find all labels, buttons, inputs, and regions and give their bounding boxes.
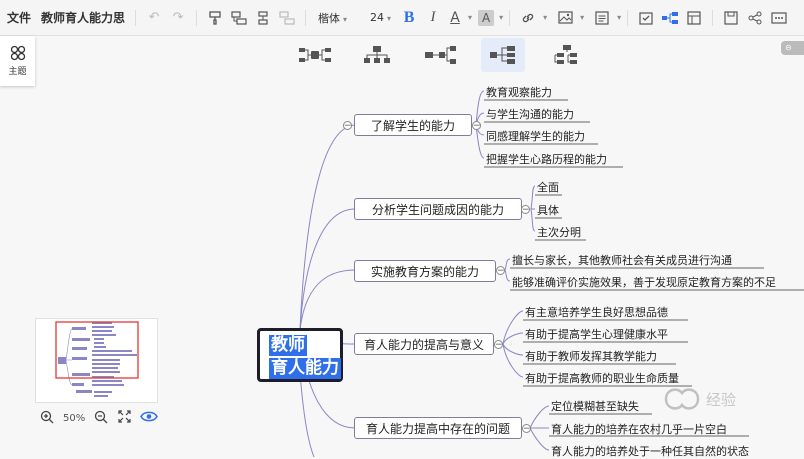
eye-icon[interactable]: [140, 410, 159, 426]
watermark-text: 经验: [706, 391, 737, 409]
chevron-down-icon[interactable]: ▾: [617, 13, 621, 22]
toolbar-divider: [509, 9, 511, 26]
collapse-toggle-icon[interactable]: −: [472, 121, 481, 131]
layout-logic-chart-button[interactable]: [419, 38, 463, 72]
layout-mindmap-button[interactable]: [293, 38, 337, 72]
toolbar-divider: [627, 9, 629, 26]
insert-subtopic-icon[interactable]: [229, 8, 249, 28]
layout-right-tree-icon: [490, 46, 515, 64]
highlight-color-icon[interactable]: A: [478, 9, 495, 26]
leaf-node[interactable]: 同感理解学生的能力: [486, 128, 585, 144]
leaf-node[interactable]: 有助于教师发挥其教学能力: [525, 348, 657, 364]
collapse-toggle-icon[interactable]: −: [496, 266, 505, 276]
italic-icon[interactable]: I: [423, 8, 443, 28]
font-size-value: 24: [370, 11, 385, 24]
root-label-line2: 育人能力: [269, 358, 341, 379]
leaf-node[interactable]: 与学生沟通的能力: [486, 106, 574, 122]
leaf-node[interactable]: 具体: [537, 202, 559, 218]
collapse-toggle-icon[interactable]: −: [343, 121, 352, 131]
theme-icon: [10, 45, 25, 61]
layout-tree-chart-icon: [554, 45, 577, 64]
more-icon[interactable]: [769, 8, 789, 28]
zoom-in-icon[interactable]: [40, 410, 54, 427]
document-title[interactable]: 教师育人能力思: [41, 9, 125, 26]
chevron-down-icon: ▾: [387, 14, 392, 23]
root-label-line1: 教师: [269, 335, 307, 356]
branch-node[interactable]: 育人能力提高中存在的问题: [354, 417, 522, 439]
chevron-down-icon[interactable]: ▾: [499, 13, 503, 22]
task-icon[interactable]: [636, 8, 656, 28]
zoom-level: 50%: [63, 412, 86, 424]
leaf-node[interactable]: 全面: [537, 179, 559, 195]
leaf-node[interactable]: 擅长与家长，其他教师社会有关成员进行沟通: [512, 252, 732, 268]
structure-icon[interactable]: [660, 8, 680, 28]
chevron-down-icon[interactable]: ▾: [468, 13, 472, 22]
watermark: 经验: [662, 383, 782, 419]
branch-node[interactable]: 实施教育方案的能力: [354, 260, 496, 282]
fit-screen-icon[interactable]: [118, 410, 131, 426]
toolbar-divider: [712, 9, 714, 26]
bold-icon[interactable]: B: [399, 8, 419, 28]
top-toolbar: 文件 教师育人能力思 ↶ ↷ 楷体 ▾ 24 ▾ B I A ▾ A ▾ ▾ ▾ ▾: [0, 0, 804, 36]
branch-node[interactable]: 育人能力的提高与意义: [354, 333, 494, 355]
leaf-node[interactable]: 主次分明: [537, 224, 581, 240]
collapse-toggle-icon[interactable]: −: [521, 205, 530, 215]
insert-sibling-topic-icon[interactable]: [253, 8, 273, 28]
chevron-down-icon[interactable]: ▾: [543, 13, 547, 22]
insert-parent-topic-icon[interactable]: [277, 8, 297, 28]
text-color-icon[interactable]: A: [447, 8, 463, 28]
toolbar-divider: [135, 9, 137, 26]
layout-mindmap-icon: [299, 48, 331, 62]
undo-icon[interactable]: ↶: [144, 8, 164, 28]
branch-node[interactable]: 分析学生问题成因的能力: [354, 198, 522, 220]
link-icon[interactable]: [518, 8, 538, 28]
minimap-preview: [55, 321, 139, 397]
toolbar-divider: [305, 9, 307, 26]
format-painter-icon[interactable]: [205, 8, 225, 28]
collapse-toggle-icon[interactable]: −: [522, 424, 531, 434]
leaf-node[interactable]: 能够准确评价实施效果，善于发现原定教育方案的不足: [512, 274, 804, 290]
leaf-node[interactable]: 把握学生心路历程的能力: [486, 151, 607, 167]
font-size-select[interactable]: 24 ▾: [370, 11, 391, 24]
toolbar-divider: [196, 9, 198, 26]
file-menu[interactable]: 文件: [7, 9, 31, 26]
layout-right-tree-button[interactable]: [481, 38, 525, 72]
leaf-node[interactable]: 定位模糊甚至缺失: [551, 398, 639, 414]
redo-icon[interactable]: ↷: [168, 8, 188, 28]
image-icon[interactable]: [555, 8, 575, 28]
chevron-down-icon[interactable]: ▾: [580, 13, 584, 22]
leaf-node[interactable]: 育人能力的培养在农村几乎一片空白: [551, 421, 727, 437]
minimap[interactable]: [35, 318, 158, 403]
zoom-out-icon[interactable]: [94, 410, 108, 427]
layout-org-chart-button[interactable]: [355, 38, 399, 72]
branch-node[interactable]: 了解学生的能力: [354, 114, 472, 136]
leaf-node[interactable]: 有助于提高学生心理健康水平: [525, 326, 668, 342]
leaf-node[interactable]: 有助于提高教师的职业生命质量: [525, 370, 679, 386]
collapse-toggle-icon[interactable]: −: [494, 340, 503, 350]
share-icon[interactable]: [745, 8, 765, 28]
font-family-value: 楷体: [318, 11, 341, 25]
layout-tree-chart-button[interactable]: [545, 38, 589, 72]
outline-view-icon[interactable]: [684, 8, 704, 28]
font-family-select[interactable]: 楷体 ▾: [318, 10, 362, 26]
layout-logic-chart-icon: [425, 46, 456, 64]
zoom-controls: 50%: [38, 408, 163, 428]
collapse-panel-badge[interactable]: ⊝: [781, 41, 804, 55]
layout-org-chart-icon: [364, 46, 390, 63]
leaf-node[interactable]: 有主意培养学生良好思想品德: [525, 304, 668, 320]
layout-switcher-bar: [0, 36, 804, 72]
note-icon[interactable]: [592, 8, 612, 28]
root-node[interactable]: 教师 育人能力: [257, 328, 343, 382]
chevron-down-icon: ▾: [343, 14, 348, 24]
leaf-node[interactable]: 教育观察能力: [486, 84, 552, 100]
save-icon[interactable]: [721, 8, 741, 28]
watermark-logo-icon: [664, 388, 700, 410]
